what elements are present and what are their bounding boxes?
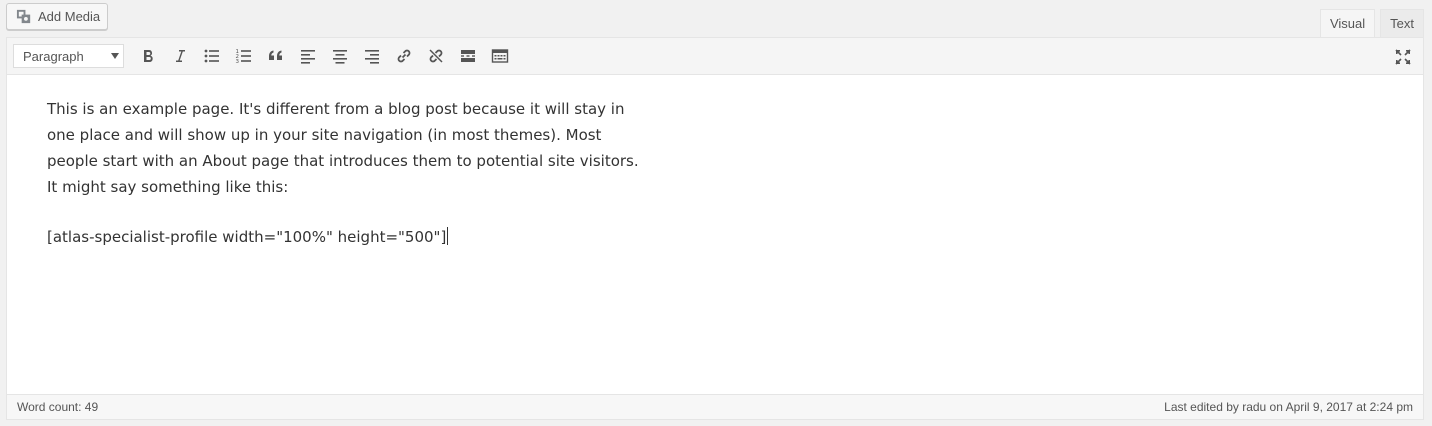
svg-text:3: 3 [236, 59, 240, 65]
paragraph-line: one place and will show up in your site … [47, 126, 602, 144]
add-media-button[interactable]: Add Media [6, 3, 108, 30]
paragraph-line: people start with an About page that int… [47, 152, 639, 170]
numbered-list-button[interactable]: 123 [228, 42, 260, 70]
remove-link-button[interactable] [420, 42, 452, 70]
fullscreen-icon [1395, 49, 1411, 65]
blockquote-icon [269, 50, 282, 60]
media-icon [16, 8, 33, 25]
paragraph-line: It might say something like this: [47, 178, 289, 196]
link-icon [397, 49, 411, 63]
fullscreen-button[interactable] [1393, 47, 1413, 67]
blockquote-button[interactable] [260, 42, 292, 70]
status-bar: Word count: 49 Last edited by radu on Ap… [7, 394, 1423, 419]
italic-icon [176, 50, 185, 62]
align-left-button[interactable] [292, 42, 324, 70]
bullet-list-button[interactable] [196, 42, 228, 70]
editor-content[interactable]: This is an example page. It's different … [47, 96, 647, 250]
align-center-button[interactable] [324, 42, 356, 70]
editor-container: Paragraph 123 This is an example page. I… [6, 37, 1424, 420]
tab-visual[interactable]: Visual [1319, 9, 1376, 37]
word-count: Word count: 49 [17, 400, 99, 414]
editor-toolbar: Paragraph 123 [7, 38, 1423, 75]
last-edited: Last edited by radu on April 9, 2017 at … [1164, 400, 1413, 414]
toolbar-toggle-icon [491, 49, 509, 63]
shortcode-text: [atlas-specialist-profile width="100%" h… [47, 228, 447, 246]
toolbar-toggle-button[interactable] [484, 42, 516, 70]
numbered-list-icon: 123 [236, 49, 251, 65]
unlink-icon [429, 49, 443, 63]
editor-tabs: Visual Text [1319, 9, 1424, 37]
chevron-down-icon [111, 53, 119, 59]
bullet-list-icon [204, 49, 219, 63]
insert-link-button[interactable] [388, 42, 420, 70]
text-cursor [447, 227, 449, 245]
read-more-button[interactable] [452, 42, 484, 70]
align-left-icon [301, 50, 315, 64]
format-select-value: Paragraph [23, 48, 84, 64]
bold-button[interactable] [132, 42, 164, 70]
bold-icon [144, 50, 153, 62]
read-more-icon [461, 50, 475, 62]
content-paragraph: This is an example page. It's different … [47, 96, 647, 200]
shortcode-paragraph: [atlas-specialist-profile width="100%" h… [47, 224, 647, 250]
align-center-icon [333, 50, 347, 64]
align-right-button[interactable] [356, 42, 388, 70]
format-select[interactable]: Paragraph [13, 44, 124, 68]
italic-button[interactable] [164, 42, 196, 70]
paragraph-line: This is an example page. It's different … [47, 100, 625, 118]
align-right-icon [365, 50, 379, 64]
tab-text[interactable]: Text [1380, 9, 1424, 37]
add-media-label: Add Media [38, 9, 101, 24]
